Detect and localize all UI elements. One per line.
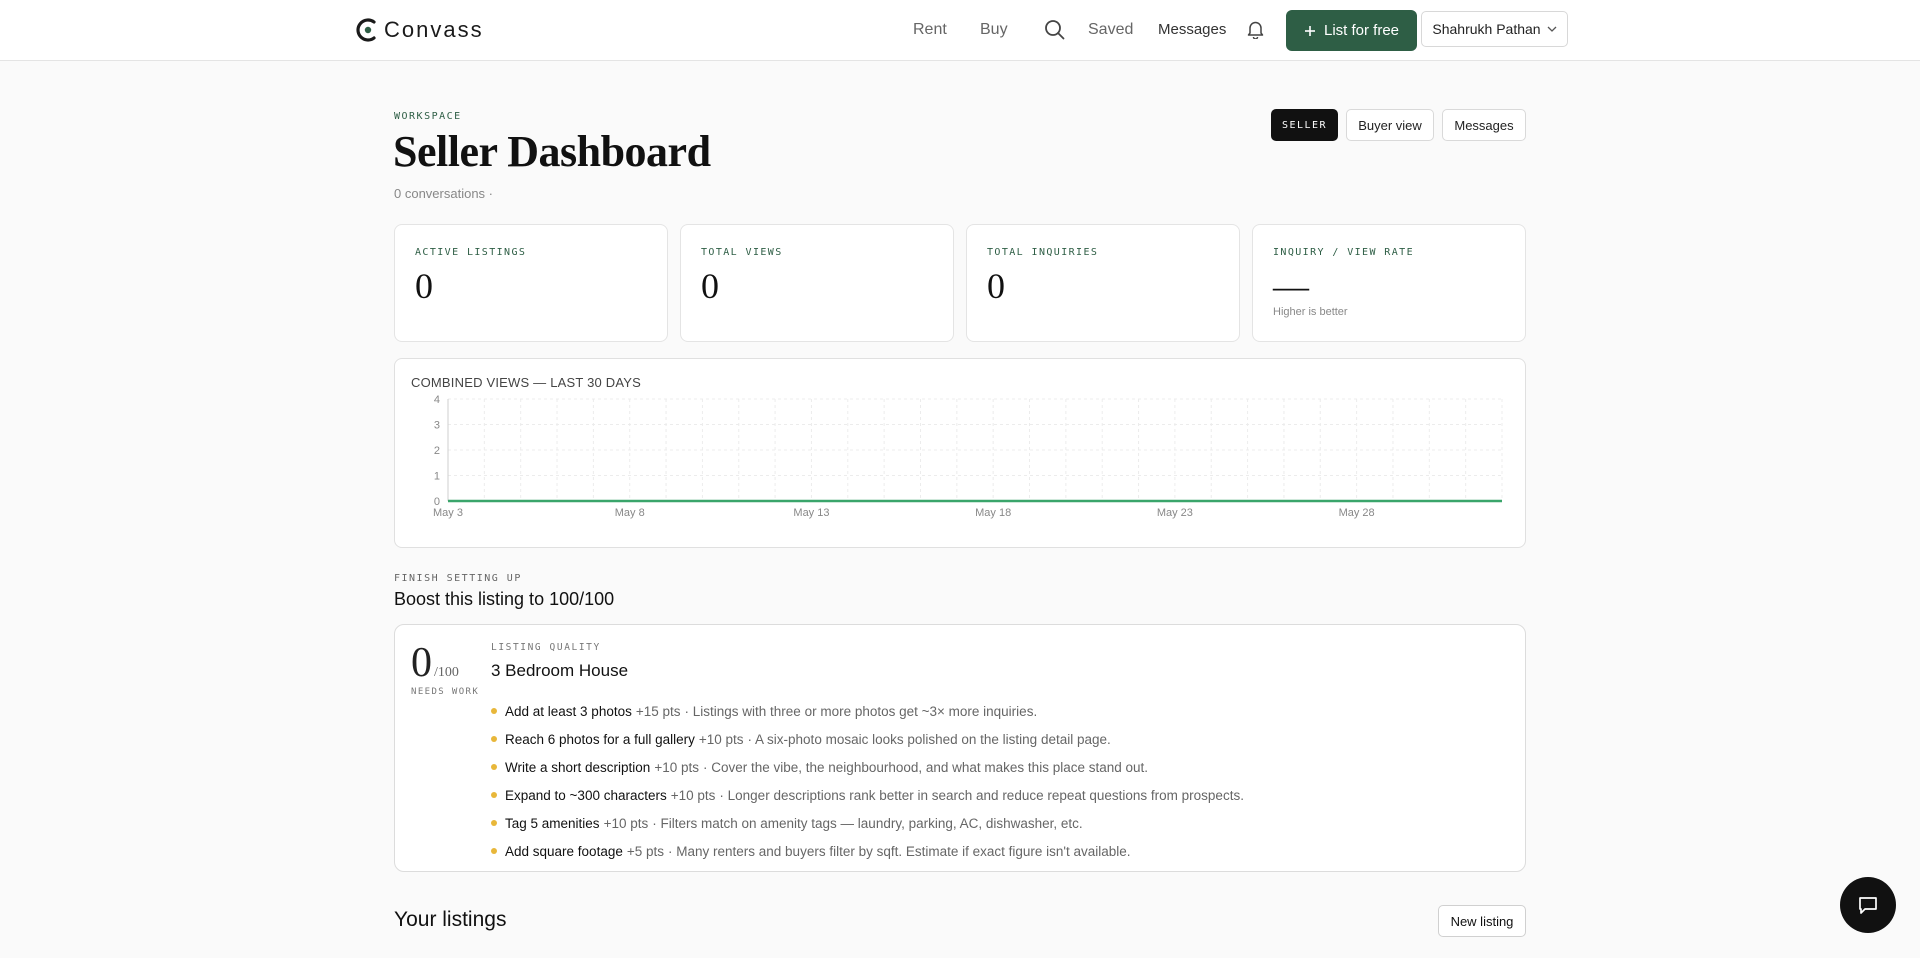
- setup-task[interactable]: Write a short description +10 pts · Cover …: [491, 753, 1244, 781]
- top-navbar: Convass Rent Buy Saved Messages List for…: [0, 0, 1920, 61]
- chart-x-tick-label: May 13: [793, 507, 829, 519]
- task-dot-icon: [491, 820, 497, 826]
- list-for-free-button[interactable]: List for free: [1286, 10, 1417, 51]
- list-for-free-label: List for free: [1323, 22, 1400, 39]
- chart-y-tick-label: 2: [434, 445, 440, 457]
- setup-task[interactable]: Reach 6 photos for a full gallery +10 pts…: [491, 725, 1244, 753]
- stat-label: TOTAL INQUIRIES: [987, 247, 1099, 258]
- views-chart: 01234May 3 May 8 May 13 May 18 May 23 May 28: [433, 394, 1503, 519]
- chart-x-tick-label: May 23: [1157, 507, 1193, 519]
- task-name: Reach 6 photos for a full gallery: [505, 731, 695, 747]
- stat-card-total-views: TOTAL VIEWS 0: [680, 224, 954, 342]
- task-name: Add square footage: [505, 843, 623, 859]
- task-points: +10 pts: [603, 815, 649, 831]
- task-description: · Cover the vibe, the neighbourhood, and…: [702, 759, 1149, 775]
- setup-task[interactable]: Tag 5 amenities +10 pts · Filters match on…: [491, 809, 1244, 837]
- chart-x-tick-label: May 28: [1339, 507, 1375, 519]
- task-dot-icon: [491, 764, 497, 770]
- quality-score: 0 /100: [411, 639, 459, 687]
- setup-task[interactable]: Add square footage +5 pts · Many renters a…: [491, 837, 1244, 865]
- chart-x-tick-label: May 3: [433, 507, 463, 519]
- chart-y-tick-label: 4: [434, 394, 440, 406]
- brand-logo[interactable]: Convass: [354, 16, 484, 44]
- stat-label: TOTAL VIEWS: [701, 247, 783, 258]
- logo-icon: [356, 18, 376, 42]
- nav-messages-link[interactable]: Messages: [1158, 21, 1226, 38]
- task-description: · Filters match on amenity tags — laundr…: [652, 815, 1083, 831]
- brand-name: Convass: [384, 17, 484, 42]
- setup-eyebrow: FINISH SETTING UP: [394, 573, 522, 584]
- score-value: 0: [411, 640, 432, 686]
- chart-y-tick-label: 1: [434, 471, 440, 483]
- stat-card-active-listings: ACTIVE LISTINGS 0: [394, 224, 668, 342]
- search-button[interactable]: [1044, 19, 1065, 40]
- task-points: +5 pts: [626, 843, 664, 859]
- stat-value: 0: [415, 266, 433, 306]
- listing-quality-card: 0 /100 NEEDS WORK LISTING QUALITY 3 Bedr…: [394, 624, 1526, 872]
- task-points: +10 pts: [670, 787, 716, 803]
- task-dot-icon: [491, 736, 497, 742]
- user-menu-button[interactable]: Shahrukh Pathan: [1421, 11, 1568, 47]
- nav-buy-link[interactable]: Buy: [980, 21, 1008, 39]
- stat-value: 0: [987, 266, 1005, 306]
- task-name: Add at least 3 photos: [505, 703, 632, 719]
- buyer-view-button[interactable]: Buyer view: [1346, 109, 1434, 141]
- stat-card-total-inquiries: TOTAL INQUIRIES 0: [966, 224, 1240, 342]
- chat-button[interactable]: [1840, 877, 1896, 933]
- page-title: Seller Dashboard: [393, 127, 711, 176]
- task-points: +15 pts: [635, 703, 681, 719]
- chevron-down-icon: [1547, 26, 1557, 32]
- search-icon: [1045, 20, 1065, 40]
- chart-x-tick-label: May 8: [615, 507, 645, 519]
- stat-hint: Higher is better: [1273, 306, 1348, 318]
- plus-icon: [1304, 25, 1315, 36]
- chart-x-tick-label: May 18: [975, 507, 1011, 519]
- score-max: /100: [434, 665, 459, 680]
- setup-task[interactable]: Add at least 3 photos +15 pts · Listings w…: [491, 697, 1244, 725]
- setup-title: Boost this listing to 100/100: [394, 589, 615, 609]
- stat-value: —: [1273, 266, 1309, 306]
- quality-label: LISTING QUALITY: [491, 642, 601, 653]
- task-description: · A six-photo mosaic looks polished on t…: [747, 731, 1111, 747]
- task-name: Expand to ~300 characters: [505, 787, 667, 803]
- task-description: · Longer descriptions rank better in sea…: [719, 787, 1244, 803]
- bell-icon: [1247, 21, 1264, 39]
- task-points: +10 pts: [698, 731, 744, 747]
- user-name: Shahrukh Pathan: [1432, 21, 1541, 37]
- stat-label: INQUIRY / VIEW RATE: [1273, 247, 1414, 258]
- conversations-count: 0 conversations ·: [394, 186, 493, 201]
- score-status: NEEDS WORK: [411, 687, 480, 697]
- notifications-button[interactable]: [1247, 20, 1264, 39]
- messages-button[interactable]: Messages: [1442, 109, 1526, 141]
- nav-rent-link[interactable]: Rent: [913, 21, 947, 39]
- stat-value: 0: [701, 266, 719, 306]
- workspace-eyebrow: WORKSPACE: [394, 111, 462, 122]
- views-chart-card: COMBINED VIEWS — LAST 30 DAYS 0 1 2 3 4 May 3…: [394, 358, 1526, 548]
- stat-label: ACTIVE LISTINGS: [415, 247, 527, 258]
- chart-y-tick-label: 3: [434, 420, 440, 432]
- task-description: · Many renters and buyers filter by sqft…: [668, 843, 1131, 859]
- setup-task-list: Add at least 3 photos +15 pts · Listings w…: [491, 697, 1244, 865]
- stat-card-inquiry-view-rate: INQUIRY / VIEW RATE — Higher is better: [1252, 224, 1526, 342]
- new-listing-button[interactable]: New listing: [1438, 905, 1526, 937]
- your-listings-title: Your listings: [394, 908, 507, 931]
- task-name: Tag 5 amenities: [505, 815, 600, 831]
- seller-mode-tab[interactable]: SELLER: [1271, 109, 1338, 141]
- task-points: +10 pts: [654, 759, 699, 775]
- task-dot-icon: [491, 708, 497, 714]
- task-description: · Listings with three or more photos get…: [684, 703, 1038, 719]
- nav-saved-link[interactable]: Saved: [1088, 21, 1133, 39]
- listing-name: 3 Bedroom House: [491, 661, 629, 680]
- setup-task[interactable]: Expand to ~300 characters +10 pts · Longer…: [491, 781, 1244, 809]
- task-dot-icon: [491, 848, 497, 854]
- chat-icon: [1859, 897, 1877, 914]
- task-name: Write a short description: [505, 759, 651, 775]
- task-dot-icon: [491, 792, 497, 798]
